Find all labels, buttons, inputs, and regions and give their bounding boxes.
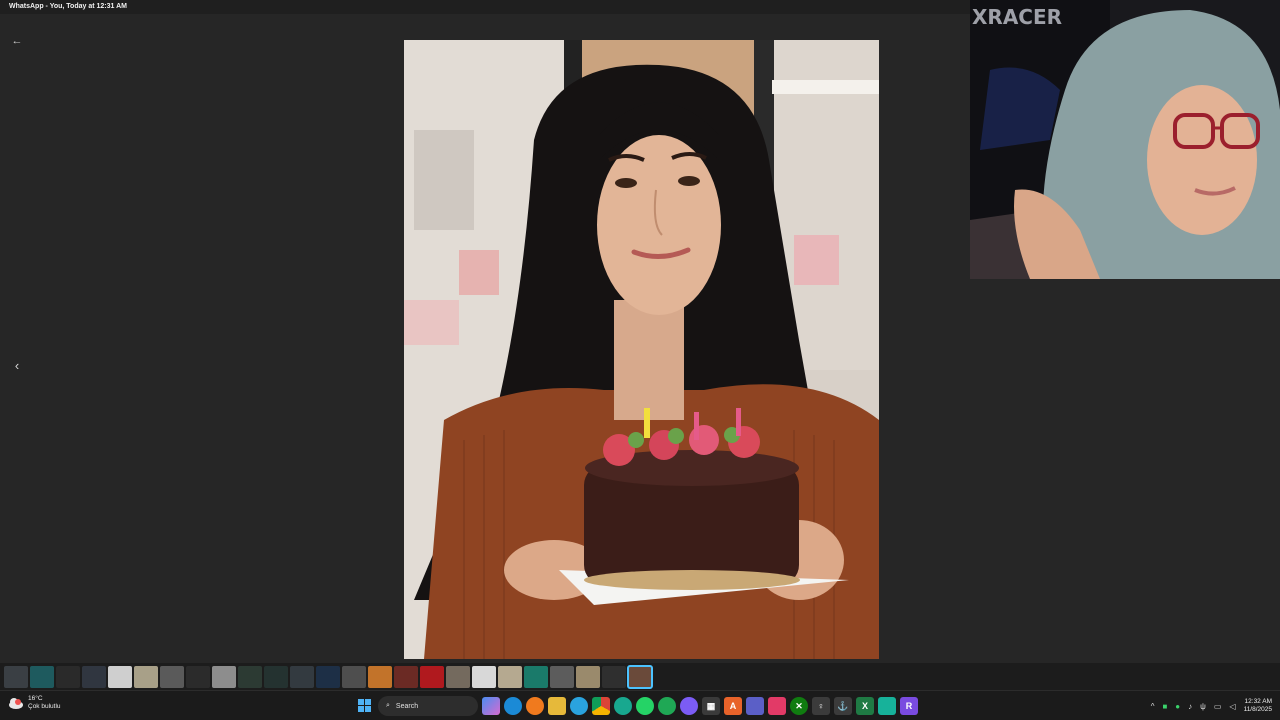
thumbnail-strip: [0, 663, 1280, 690]
whatsapp-business-icon[interactable]: [658, 697, 676, 715]
thumbnail[interactable]: [602, 665, 626, 688]
taskbar-search[interactable]: ⌕ Search: [378, 696, 478, 716]
tray-app-icon[interactable]: ●: [1175, 702, 1180, 711]
usb-icon[interactable]: ψ: [1200, 702, 1206, 711]
thumbnail[interactable]: [550, 665, 574, 688]
messenger-icon[interactable]: [680, 697, 698, 715]
thumbnail[interactable]: [30, 665, 54, 688]
thumbnail[interactable]: [342, 665, 366, 688]
thumbnail[interactable]: [82, 665, 106, 688]
clock-date: 11/8/2025: [1243, 706, 1272, 713]
thumbnail[interactable]: [56, 665, 80, 688]
edge-icon[interactable]: [504, 697, 522, 715]
app-icon[interactable]: ♀: [812, 697, 830, 715]
chrome-icon[interactable]: [592, 697, 610, 715]
taskbar: 16°C Çok bulutlu ⌕ Search ▦ A ✕ ♀ ⚓ X R: [0, 690, 1280, 720]
app-icon[interactable]: ⚓: [834, 697, 852, 715]
thumbnail[interactable]: [316, 665, 340, 688]
app-icon[interactable]: [878, 697, 896, 715]
teams-icon[interactable]: [746, 697, 764, 715]
thumbnail[interactable]: [186, 665, 210, 688]
weather-condition: Çok bulutlu: [28, 703, 61, 710]
app-icon[interactable]: [614, 697, 632, 715]
calculator-icon[interactable]: ▦: [702, 697, 720, 715]
chevron-up-icon[interactable]: ^: [1151, 702, 1155, 711]
thumbnail[interactable]: [576, 665, 600, 688]
thumbnail[interactable]: [4, 665, 28, 688]
thumbnail[interactable]: [160, 665, 184, 688]
excel-icon[interactable]: X: [856, 697, 874, 715]
thumbnail[interactable]: [472, 665, 496, 688]
thumbnail[interactable]: [212, 665, 236, 688]
file-explorer-icon[interactable]: [548, 697, 566, 715]
clock-time: 12:32 AM: [1244, 698, 1272, 705]
thumbnail[interactable]: [238, 665, 262, 688]
window-title: WhatsApp - You, Today at 12:31 AM: [0, 0, 970, 14]
thumbnail[interactable]: [264, 665, 288, 688]
volume-icon[interactable]: ◁: [1229, 702, 1235, 711]
taskbar-center: ⌕ Search ▦ A ✕ ♀ ⚓ X R: [356, 694, 918, 718]
thumbnail[interactable]: [290, 665, 314, 688]
thumbnail-selected[interactable]: [627, 664, 653, 689]
webcam-image: XRACER: [970, 0, 1280, 279]
search-placeholder: Search: [395, 702, 419, 710]
thumbnail[interactable]: [446, 665, 470, 688]
copilot-icon[interactable]: [482, 697, 500, 715]
office-icon[interactable]: A: [724, 697, 742, 715]
xbox-icon[interactable]: ✕: [790, 697, 808, 715]
thumbnail[interactable]: [394, 665, 418, 688]
photo-woman-with-birthday-cake: [404, 40, 879, 659]
system-tray: ^ ■ ● ♪ ψ ▭ ◁ 12:32 AM 11/8/2025: [1151, 695, 1272, 717]
clock[interactable]: 12:32 AM 11/8/2025: [1244, 698, 1272, 714]
app-icon[interactable]: [768, 697, 786, 715]
thumbnail[interactable]: [420, 665, 444, 688]
tray-app-icon[interactable]: ■: [1162, 702, 1167, 711]
start-icon[interactable]: [356, 697, 374, 715]
chevron-left-icon[interactable]: ‹: [10, 356, 24, 376]
search-icon: ⌕: [386, 702, 390, 709]
weather-temperature: 16°C: [28, 695, 43, 702]
back-arrow-icon[interactable]: ←: [10, 34, 24, 48]
weather-widget[interactable]: 16°C Çok bulutlu: [8, 695, 61, 711]
thumbnail[interactable]: [134, 665, 158, 688]
thumbnail[interactable]: [524, 665, 548, 688]
cloud-icon: [8, 696, 24, 710]
microphone-icon[interactable]: ♪: [1188, 702, 1192, 711]
thumbnail[interactable]: [498, 665, 522, 688]
app-icon[interactable]: R: [900, 697, 918, 715]
webcam-brand-text: XRACER: [972, 5, 1062, 29]
network-icon[interactable]: ▭: [1214, 702, 1222, 711]
thumbnail[interactable]: [368, 665, 392, 688]
thumbnail[interactable]: [108, 665, 132, 688]
whatsapp-icon[interactable]: [636, 697, 654, 715]
photo-image: [404, 40, 879, 659]
webcam-overlay: XRACER: [970, 0, 1280, 279]
firefox-icon[interactable]: [526, 697, 544, 715]
telegram-icon[interactable]: [570, 697, 588, 715]
